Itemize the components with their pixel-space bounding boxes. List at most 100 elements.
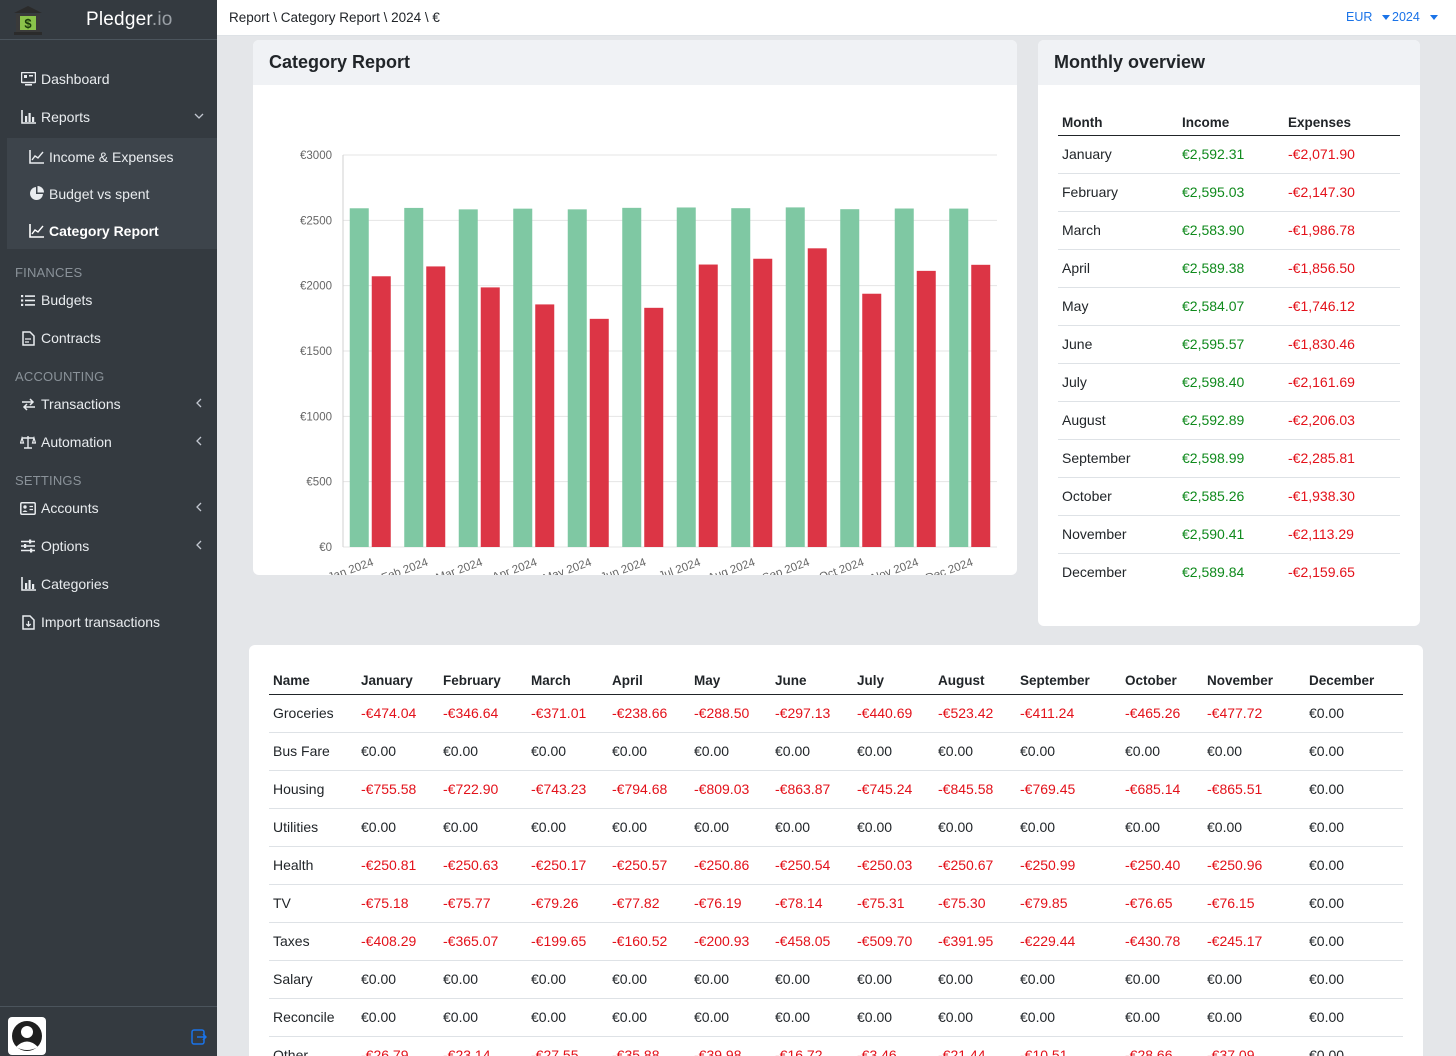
amount-cell: €0.00 xyxy=(527,732,608,771)
income-bar[interactable] xyxy=(731,208,751,547)
table-row: January €2,592.31 -€2,071.90 xyxy=(1058,135,1400,174)
brand[interactable]: $ Pledger.io xyxy=(0,0,217,40)
amount-cell: -€250.67 xyxy=(934,846,1016,885)
amount-cell: €0.00 xyxy=(1016,998,1121,1037)
income-bar[interactable] xyxy=(622,207,642,547)
income-bar[interactable] xyxy=(840,209,860,547)
sidebar-item-import-transactions[interactable]: Import transactions xyxy=(0,603,217,641)
amount-cell: -€37.09 xyxy=(1203,1036,1305,1056)
y-tick-label: €0 xyxy=(319,542,332,554)
x-tick-label: Jul 2024 xyxy=(657,556,703,575)
table-row: Bus Fare €0.00 €0.00 €0.00 €0.00 €0.00 €0.00 €0… xyxy=(269,732,1403,771)
year-select[interactable]: 2024 xyxy=(1392,10,1438,24)
income-bar[interactable] xyxy=(458,209,478,547)
amount-cell: €0.00 xyxy=(439,998,527,1037)
expense-bar[interactable] xyxy=(535,304,555,547)
table-row: Salary €0.00 €0.00 €0.00 €0.00 €0.00 €0.00 €0.0… xyxy=(269,960,1403,999)
expense-bar[interactable] xyxy=(916,270,936,547)
income-cell: €2,583.90 xyxy=(1178,211,1284,250)
sidebar-item-accounts[interactable]: Accounts xyxy=(0,489,217,527)
expense-bar[interactable] xyxy=(862,293,882,547)
expense-bar[interactable] xyxy=(971,264,991,547)
amount-cell: -€200.93 xyxy=(690,922,771,961)
amount-cell: €0.00 xyxy=(690,960,771,999)
table-row: May €2,584.07 -€1,746.12 xyxy=(1058,287,1400,326)
amount-cell: €0.00 xyxy=(1121,998,1203,1037)
expense-bar[interactable] xyxy=(807,248,827,547)
amount-cell: €0.00 xyxy=(1203,808,1305,847)
amount-cell: -€465.26 xyxy=(1121,694,1203,733)
amount-cell: €0.00 xyxy=(357,998,439,1037)
amount-cell: €0.00 xyxy=(853,960,934,999)
y-tick-label: €2500 xyxy=(300,215,332,227)
amount-cell: -€685.14 xyxy=(1121,770,1203,809)
income-bar[interactable] xyxy=(513,208,533,547)
sidebar-item-contracts[interactable]: Contracts xyxy=(0,319,217,357)
amount-cell: -€160.52 xyxy=(608,922,690,961)
y-tick-label: €2000 xyxy=(300,281,332,293)
x-tick-label: Apr 2024 xyxy=(491,556,540,575)
sidebar-item-dashboard[interactable]: Dashboard xyxy=(0,60,217,98)
amount-cell: -€346.64 xyxy=(439,694,527,733)
amount-cell: €0.00 xyxy=(1305,998,1403,1037)
amount-cell: -€245.17 xyxy=(1203,922,1305,961)
amount-cell: -€297.13 xyxy=(771,694,853,733)
sidebar-item-budget-vs-spent[interactable]: Budget vs spent xyxy=(7,175,217,212)
line-chart-icon xyxy=(28,223,44,239)
income-bar[interactable] xyxy=(349,208,369,547)
expense-bar[interactable] xyxy=(698,264,718,547)
breadcrumb: Report \ Category Report \ 2024 \ € xyxy=(229,10,440,25)
month-cell: February xyxy=(1058,173,1178,212)
amount-cell: -€250.63 xyxy=(439,846,527,885)
amount-cell: €0.00 xyxy=(1203,960,1305,999)
expense-bar[interactable] xyxy=(753,258,773,547)
column-header: Income xyxy=(1178,110,1284,136)
expense-bar[interactable] xyxy=(371,276,391,547)
income-bar[interactable] xyxy=(567,209,587,547)
currency-select[interactable]: EUR xyxy=(1346,10,1391,24)
income-bar[interactable] xyxy=(404,207,424,547)
category-table-card: Name January February March April May June July… xyxy=(249,645,1423,1056)
income-cell: €2,598.99 xyxy=(1178,439,1284,478)
avatar[interactable] xyxy=(8,1017,46,1055)
pie-chart-icon xyxy=(28,186,44,202)
category-table: Name January February March April May June July… xyxy=(269,667,1403,1056)
income-bar[interactable] xyxy=(949,208,969,547)
amount-cell: €0.00 xyxy=(1203,732,1305,771)
expense-bar[interactable] xyxy=(426,266,446,547)
amount-cell: -€77.82 xyxy=(608,884,690,923)
category-name-cell: Groceries xyxy=(269,694,357,733)
sidebar-item-income-expenses[interactable]: Income & Expenses xyxy=(7,138,217,175)
sidebar-item-reports[interactable]: Reports xyxy=(0,98,217,136)
income-bar[interactable] xyxy=(785,207,805,547)
amount-cell: -€769.45 xyxy=(1016,770,1121,809)
y-tick-label: €3000 xyxy=(300,150,332,162)
logout-icon[interactable] xyxy=(191,1029,207,1045)
amount-cell: -€79.26 xyxy=(527,884,608,923)
expense-bar[interactable] xyxy=(480,287,500,547)
column-header: September xyxy=(1016,667,1121,695)
income-bar[interactable] xyxy=(676,207,696,547)
table-row: December €2,589.84 -€2,159.65 xyxy=(1058,553,1400,591)
sidebar-item-categories[interactable]: Categories xyxy=(0,565,217,603)
amount-cell: €0.00 xyxy=(853,732,934,771)
contract-icon xyxy=(20,330,36,346)
sidebar-item-category-report[interactable]: Category Report xyxy=(7,212,217,249)
sidebar-item-options[interactable]: Options xyxy=(0,527,217,565)
amount-cell: €0.00 xyxy=(690,808,771,847)
expense-bar[interactable] xyxy=(589,318,609,547)
table-row: October €2,585.26 -€1,938.30 xyxy=(1058,477,1400,516)
x-tick-label: Mar 2024 xyxy=(435,556,485,575)
income-cell: €2,595.03 xyxy=(1178,173,1284,212)
expense-bar[interactable] xyxy=(644,307,664,547)
sidebar-item-transactions[interactable]: Transactions xyxy=(0,385,217,423)
sidebar-nav: Dashboard Reports Income & Expenses Budg… xyxy=(0,40,217,641)
sidebar-item-label: Contracts xyxy=(41,330,101,346)
sidebar-item-budgets[interactable]: Budgets xyxy=(0,281,217,319)
sidebar-item-automation[interactable]: Automation xyxy=(0,423,217,461)
category-name-cell: Other xyxy=(269,1036,357,1056)
amount-cell: €0.00 xyxy=(608,732,690,771)
income-bar[interactable] xyxy=(894,208,914,547)
sidebar-item-label: Automation xyxy=(41,434,112,450)
exchange-icon xyxy=(20,396,36,412)
